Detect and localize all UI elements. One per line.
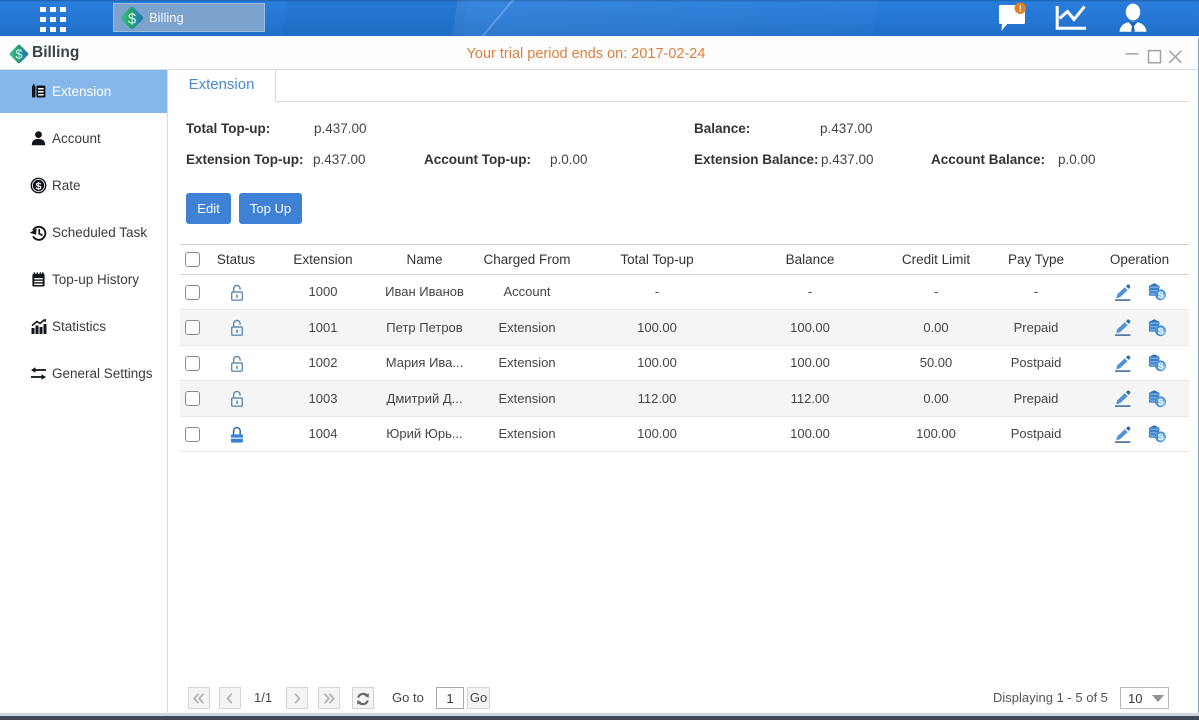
svg-text:S: S — [1157, 397, 1163, 407]
svg-text:S: S — [1157, 361, 1163, 371]
svg-text:$: $ — [128, 10, 137, 27]
svg-text:$: $ — [36, 180, 42, 192]
svg-text:S: S — [1157, 432, 1163, 442]
svg-text:S: S — [1157, 290, 1163, 300]
svg-text:!: ! — [1019, 4, 1022, 15]
svg-text:S: S — [1157, 326, 1163, 336]
